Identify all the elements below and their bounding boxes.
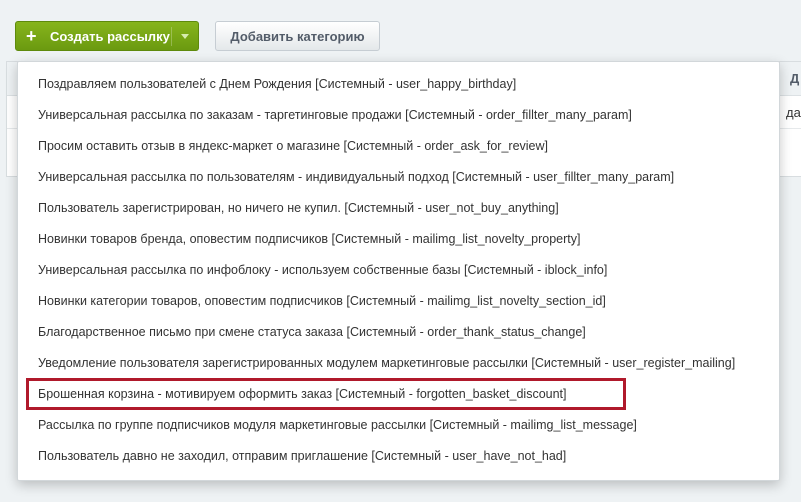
menu-item-highlighted[interactable]: Брошенная корзина - мотивируем оформить … bbox=[18, 379, 779, 410]
create-mailing-button[interactable]: + Создать рассылку bbox=[15, 21, 199, 51]
menu-item[interactable]: Новинки товаров бренда, оповестим подпис… bbox=[18, 224, 779, 255]
add-category-button[interactable]: Добавить категорию bbox=[215, 21, 380, 51]
menu-item[interactable]: Универсальная рассылка по заказам - тарг… bbox=[18, 100, 779, 131]
menu-item[interactable]: Рассылка по группе подписчиков модуля ма… bbox=[18, 410, 779, 441]
menu-item[interactable]: Новинки категории товаров, оповестим под… bbox=[18, 286, 779, 317]
menu-list: Поздравляем пользователей с Днем Рождени… bbox=[18, 62, 779, 472]
plus-icon: + bbox=[26, 26, 37, 46]
menu-item[interactable]: Уведомление пользователя зарегистрирован… bbox=[18, 348, 779, 379]
background-cell-fragment: да bbox=[786, 105, 801, 120]
page: Д да + Создать рассылку Добавить категор… bbox=[0, 0, 801, 502]
menu-item[interactable]: Поздравляем пользователей с Днем Рождени… bbox=[18, 69, 779, 100]
menu-item[interactable]: Универсальная рассылка по инфоблоку - ис… bbox=[18, 255, 779, 286]
menu-item[interactable]: Пользователь давно не заходил, отправим … bbox=[18, 441, 779, 472]
background-header-fragment: Д bbox=[790, 71, 800, 86]
mailing-template-menu: Поздравляем пользователей с Днем Рождени… bbox=[17, 61, 780, 481]
menu-item[interactable]: Пользователь зарегистрирован, но ничего … bbox=[18, 193, 779, 224]
menu-item[interactable]: Просим оставить отзыв в яндекс-маркет о … bbox=[18, 131, 779, 162]
menu-item[interactable]: Благодарственное письмо при смене статус… bbox=[18, 317, 779, 348]
create-mailing-label: Создать рассылку bbox=[50, 28, 170, 44]
menu-item[interactable]: Универсальная рассылка по пользователям … bbox=[18, 162, 779, 193]
chevron-down-icon[interactable] bbox=[181, 34, 189, 39]
button-separator bbox=[171, 27, 172, 46]
